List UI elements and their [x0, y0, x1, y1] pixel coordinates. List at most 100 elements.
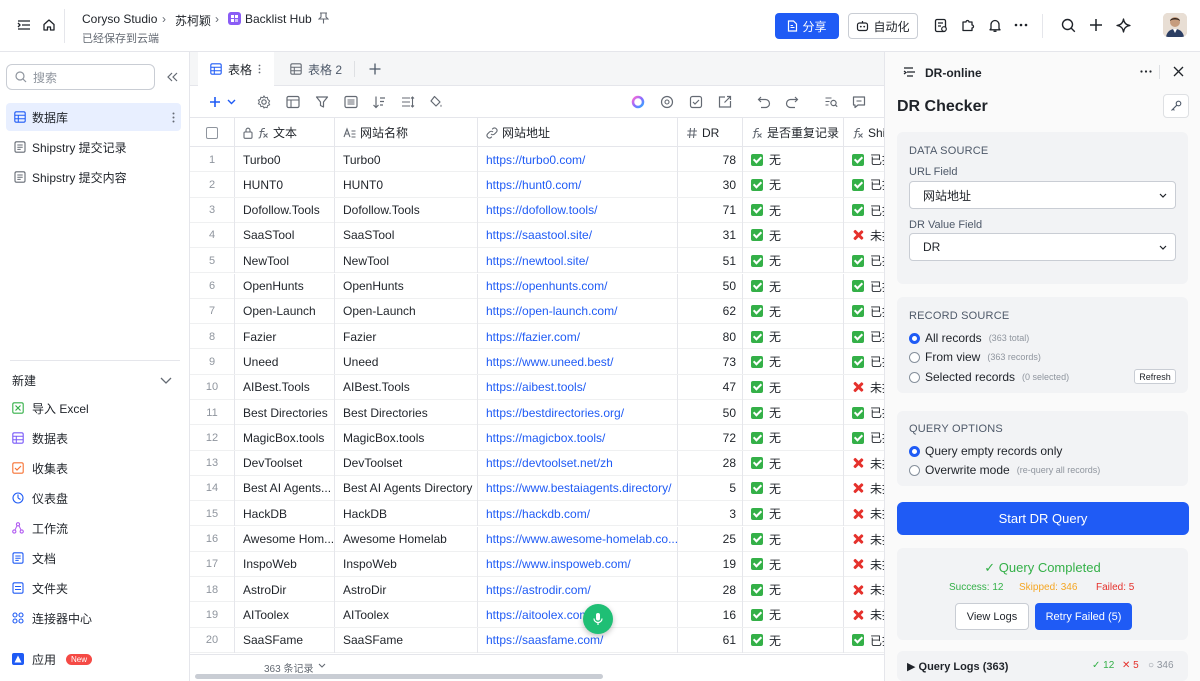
cell-site-url[interactable]: https://dofollow.tools/ [478, 197, 678, 223]
cell-ship[interactable]: 已提 [844, 248, 884, 273]
table-row[interactable]: 1Turbo0Turbo0https://turbo0.com/78无已提 [190, 147, 884, 173]
share-button[interactable]: 分享 [775, 13, 839, 39]
cell-site-name[interactable]: OpenHunts [335, 273, 478, 299]
cell-site-url[interactable]: https://fazier.com/ [478, 324, 678, 350]
cell-dr[interactable]: 31 [678, 222, 743, 248]
column-header-ship[interactable]: Ship [844, 118, 884, 147]
new-section-header[interactable]: 新建 [12, 372, 172, 389]
cell-dr[interactable]: 3 [678, 501, 743, 527]
find-icon[interactable] [823, 94, 839, 110]
refresh-button[interactable]: Refresh [1134, 369, 1176, 384]
cell-duplicate[interactable]: 无 [743, 526, 844, 552]
radio-selected-records[interactable]: Selected records (0 selected) [909, 370, 1069, 384]
cell-text[interactable]: Best AI Agents... [235, 475, 335, 501]
table-row[interactable]: 5 NewTool NewTool https://newtool.site/51 无已… [190, 248, 884, 274]
cell-duplicate[interactable]: 无 [743, 475, 844, 501]
cell-site-url[interactable]: https://openhunts.com/ [478, 273, 678, 299]
table-row[interactable]: 15HackDBHackDBhttps://hackdb.com/3无未提 [190, 501, 884, 527]
breadcrumb-org[interactable]: Coryso Studio [82, 12, 157, 26]
cell-site-url[interactable]: https://turbo0.com/ [478, 147, 678, 172]
query-logs-section[interactable]: ▶ Query Logs (363) ✓ 12 ✕ 5 ○ 346 [897, 651, 1188, 681]
cell-duplicate[interactable]: 无 [743, 501, 844, 527]
cell-site-name[interactable]: DevToolset [335, 450, 478, 476]
more-icon[interactable] [1140, 70, 1152, 73]
cell-dr[interactable]: 5 [678, 475, 743, 501]
cell-site-name[interactable]: MagicBox.tools [335, 425, 478, 451]
cell-duplicate[interactable]: 无 [743, 450, 844, 476]
cell-dr[interactable]: 62 [678, 298, 743, 324]
cell-dr[interactable]: 80 [678, 324, 743, 350]
cell-dr[interactable]: 72 [678, 425, 743, 451]
cell-text[interactable]: InspoWeb [235, 551, 335, 577]
new-form[interactable]: 收集表 [12, 458, 68, 478]
sidebar-item-database[interactable]: 数据库 [6, 103, 181, 131]
checkbox-field-icon[interactable] [688, 94, 704, 110]
cell-text[interactable]: HackDB [235, 501, 335, 527]
cell-ship[interactable]: 未提 [844, 577, 884, 602]
cell-site-name[interactable]: Uneed [335, 349, 478, 375]
cell-ship[interactable]: 已提 [844, 299, 884, 324]
cell-duplicate[interactable]: 无 [743, 172, 844, 198]
pin-icon[interactable] [318, 12, 329, 24]
home-icon[interactable] [42, 18, 56, 32]
cell-text[interactable]: NewTool [235, 248, 335, 274]
add-record-icon[interactable] [209, 94, 237, 110]
cell-text[interactable]: AIBest.Tools [235, 374, 335, 400]
cell-site-name[interactable]: SaaSFame [335, 627, 478, 653]
table-row[interactable]: 12 MagicBox.tools MagicBox.tools https://ma… [190, 425, 884, 451]
cell-site-name[interactable]: InspoWeb [335, 551, 478, 577]
table-row[interactable]: 3 Dofollow.Tools Dofollow.Tools https://dof… [190, 197, 884, 223]
cell-duplicate[interactable]: 无 [743, 627, 844, 653]
more-icon[interactable] [1014, 23, 1028, 27]
table-row[interactable]: 8FazierFazierhttps://fazier.com/80无已提 [190, 324, 884, 350]
cell-duplicate[interactable]: 无 [743, 324, 844, 350]
cell-site-url[interactable]: https://astrodir.com/ [478, 577, 678, 603]
document-list-icon[interactable] [934, 18, 948, 33]
cell-text[interactable]: HUNT0 [235, 172, 335, 198]
settings-icon[interactable] [256, 94, 272, 110]
view-logs-button[interactable]: View Logs [955, 603, 1029, 630]
cell-site-name[interactable]: Turbo0 [335, 147, 478, 172]
sidebar-item-shipstry-records[interactable]: Shipstry 提交记录 [6, 133, 181, 161]
radio-from-view[interactable]: From view (363 records) [909, 350, 1041, 364]
cell-site-name[interactable]: Fazier [335, 324, 478, 350]
breadcrumb-user[interactable]: 苏柯颖 [175, 12, 211, 29]
table-row[interactable]: 9UneedUneedhttps://www.uneed.best/73无已提 [190, 349, 884, 375]
horizontal-scrollbar[interactable] [195, 674, 603, 679]
cell-duplicate[interactable]: 无 [743, 400, 844, 425]
cell-text[interactable]: AIToolex [235, 602, 335, 628]
cell-dr[interactable]: 25 [678, 526, 743, 552]
cell-ship[interactable]: 未提 [844, 223, 884, 248]
cell-site-name[interactable]: AstroDir [335, 577, 478, 603]
cell-ship[interactable]: 未提 [844, 375, 884, 400]
cell-dr[interactable]: 28 [678, 450, 743, 476]
comment-icon[interactable] [851, 94, 867, 110]
cell-ship[interactable]: 已提 [844, 172, 884, 197]
cell-site-url[interactable]: https://hunt0.com/ [478, 172, 678, 198]
cell-text[interactable]: SaaSFame [235, 627, 335, 653]
table-row[interactable]: 2HUNT0HUNT0https://hunt0.com/30无已提 [190, 172, 884, 198]
cell-text[interactable]: AstroDir [235, 577, 335, 603]
cell-site-name[interactable]: SaaSTool [335, 222, 478, 248]
voice-input-button[interactable] [583, 604, 613, 634]
sidebar-item-shipstry-content[interactable]: Shipstry 提交内容 [6, 163, 181, 191]
cell-text[interactable]: Best Directories [235, 400, 335, 425]
select-all-checkbox[interactable] [190, 118, 235, 147]
cell-dr[interactable]: 19 [678, 551, 743, 577]
cell-ship[interactable]: 已提 [844, 400, 884, 425]
table-row[interactable]: 17 InspoWeb InspoWeb https://www.inspoweb.c… [190, 551, 884, 578]
table-row[interactable]: 19 AIToolex AIToolex https://aitoolex.com/1… [190, 602, 884, 628]
cell-dr[interactable]: 16 [678, 602, 743, 628]
group-icon[interactable] [343, 94, 359, 110]
undo-icon[interactable] [756, 94, 772, 110]
cell-duplicate[interactable]: 无 [743, 197, 844, 223]
cell-site-url[interactable]: https://saastool.site/ [478, 222, 678, 248]
cell-ship[interactable]: 已提 [844, 274, 884, 299]
cell-site-name[interactable]: AIBest.Tools [335, 374, 478, 400]
cell-ship[interactable]: 已提 [844, 425, 884, 450]
automation-button[interactable]: 自动化 [848, 13, 918, 39]
column-header-site-url[interactable]: 网站地址 [478, 118, 678, 147]
cell-site-url[interactable]: https://aibest.tools/ [478, 374, 678, 400]
cell-site-url[interactable]: https://www.inspoweb.com/ [478, 551, 678, 577]
cell-site-name[interactable]: Open-Launch [335, 298, 478, 324]
